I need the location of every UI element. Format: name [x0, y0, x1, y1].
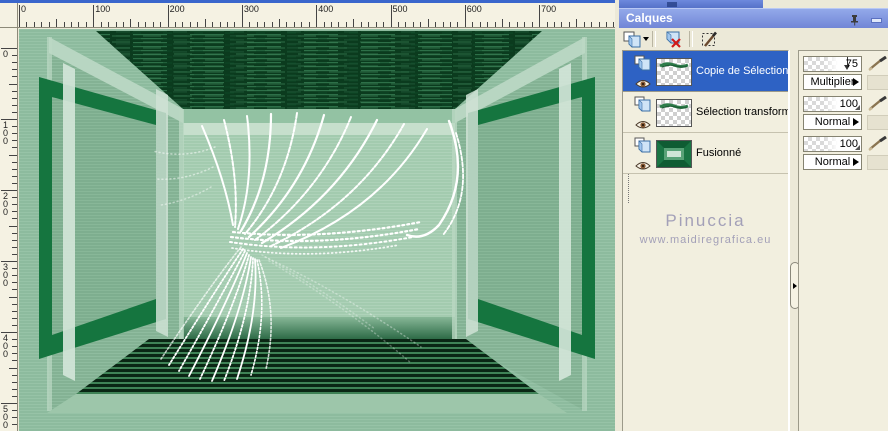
layer-thumbnail [656, 140, 692, 168]
ruler-label: 0 [3, 49, 9, 59]
opacity-checker [804, 137, 839, 151]
layer-row[interactable]: Copie de Sélection trans [623, 51, 788, 92]
link-toggle-icon-disabled [867, 115, 888, 130]
opacity-field[interactable]: 100 [803, 96, 862, 112]
layer-type-icon [634, 55, 652, 71]
ruler-label: 2 0 0 [3, 191, 9, 217]
palette-toolbar [619, 28, 888, 50]
watermark-name: Pinuccia [665, 211, 746, 230]
layer-brush-icon[interactable] [867, 55, 888, 71]
ruler-label: 0 [21, 4, 27, 14]
layer-properties-group: 100 Normal [803, 95, 888, 130]
opacity-checker [804, 97, 839, 111]
ruler-label: 300 [243, 4, 259, 14]
dropdown-arrow-icon[interactable] [853, 118, 859, 126]
ruler-label: 200 [169, 4, 185, 14]
opacity-field[interactable]: 100 [803, 136, 862, 152]
layer-name: Sélection transformée [696, 106, 788, 118]
collapse-icon[interactable] [871, 18, 882, 23]
layer-name: Fusionné [696, 147, 742, 159]
layer-name: Copie de Sélection trans [696, 65, 788, 77]
visibility-eye-icon[interactable] [635, 158, 651, 170]
ruler-label: 600 [466, 4, 482, 14]
blend-mode-value: Normal [814, 156, 851, 168]
blend-mode-dropdown[interactable]: Multiplier [803, 74, 862, 90]
layer-brush-icon[interactable] [867, 95, 888, 111]
edit-selection-button[interactable] [696, 29, 723, 49]
ruler-label: 1 0 0 [3, 120, 9, 146]
new-layer-pages-icon [623, 31, 640, 48]
new-layer-dropdown-arrow-icon[interactable] [642, 37, 649, 41]
ruler-label: 100 [95, 4, 111, 14]
blend-mode-value: Normal [814, 116, 851, 128]
link-toggle-icon-disabled [867, 75, 888, 90]
layer-row[interactable]: Fusionné [623, 133, 788, 174]
opacity-field[interactable]: 75 [803, 56, 862, 72]
opacity-value: 75 [845, 58, 858, 70]
opacity-value: 100 [839, 138, 858, 150]
palette-body: Copie de Sélection trans Sélection tra [619, 50, 888, 431]
page-red-x-icon [666, 30, 681, 48]
palette-title: Calques [626, 11, 673, 25]
ruler-label: 5 0 0 [3, 404, 9, 430]
ruler-corner [0, 3, 18, 28]
layer-list: Copie de Sélection trans Sélection tra [622, 50, 789, 431]
room-back-wall [179, 109, 457, 339]
splitter-arrow-icon [793, 282, 797, 289]
ruler-label: 500 [392, 4, 408, 14]
watermark-url: www.maidiregrafica.eu [639, 234, 772, 246]
vertical-ruler: 0 1 0 0 2 0 0 3 0 0 4 0 0 5 0 0 [0, 28, 18, 431]
toolbar-separator [652, 31, 656, 47]
docked-palette-edge [619, 0, 763, 8]
layer-properties-panel: 75 Multiplier 100 Normal 100 Normal [798, 50, 888, 431]
watermark: Pinuccia www.maidiregrafica.eu [623, 211, 788, 246]
ruler-label: 400 [318, 4, 334, 14]
blend-mode-value: Multiplier [810, 76, 855, 88]
delete-layer-button[interactable] [659, 29, 686, 49]
visibility-eye-icon[interactable] [635, 76, 651, 88]
green-room-artwork [19, 29, 615, 431]
canvas-image[interactable] [19, 29, 615, 431]
layer-properties-group: 100 Normal [803, 135, 888, 170]
ruler-label: 700 [541, 4, 557, 14]
blend-mode-dropdown[interactable]: Normal [803, 114, 862, 130]
dropdown-arrow-icon[interactable] [853, 158, 859, 166]
layer-properties-group: 75 Multiplier [803, 55, 888, 90]
pushpin-icon[interactable] [849, 13, 860, 26]
ruler-label: 4 0 0 [3, 333, 9, 359]
layer-brush-icon[interactable] [867, 135, 888, 151]
opacity-checker [804, 57, 839, 71]
ruler-label: 3 0 0 [3, 262, 9, 288]
opacity-value: 100 [839, 98, 858, 110]
layer-type-icon [634, 137, 652, 153]
visibility-eye-icon[interactable] [635, 117, 651, 129]
blend-mode-dropdown[interactable]: Normal [803, 154, 862, 170]
layers-palette: Calques Copie de Sélection Sélection tra… [615, 0, 888, 431]
app-window: 0 100 200 300 400 500 600 700 0 1 0 0 2 0 0 3 0 0 4… [0, 0, 888, 431]
layer-row[interactable]: Sélection transformée [623, 92, 788, 133]
layer-thumbnail [656, 58, 692, 86]
horizontal-ruler: 0 100 200 300 400 500 600 700 [18, 3, 615, 28]
dropdown-arrow-icon[interactable] [853, 78, 859, 86]
new-layer-button[interactable] [622, 29, 649, 49]
palette-titlebar[interactable]: Calques [619, 8, 888, 28]
link-toggle-icon-disabled [867, 155, 888, 170]
dashed-square-brush-icon [701, 31, 717, 47]
layer-type-icon [634, 96, 652, 112]
layer-thumbnail [656, 99, 692, 127]
toolbar-separator [689, 31, 693, 47]
